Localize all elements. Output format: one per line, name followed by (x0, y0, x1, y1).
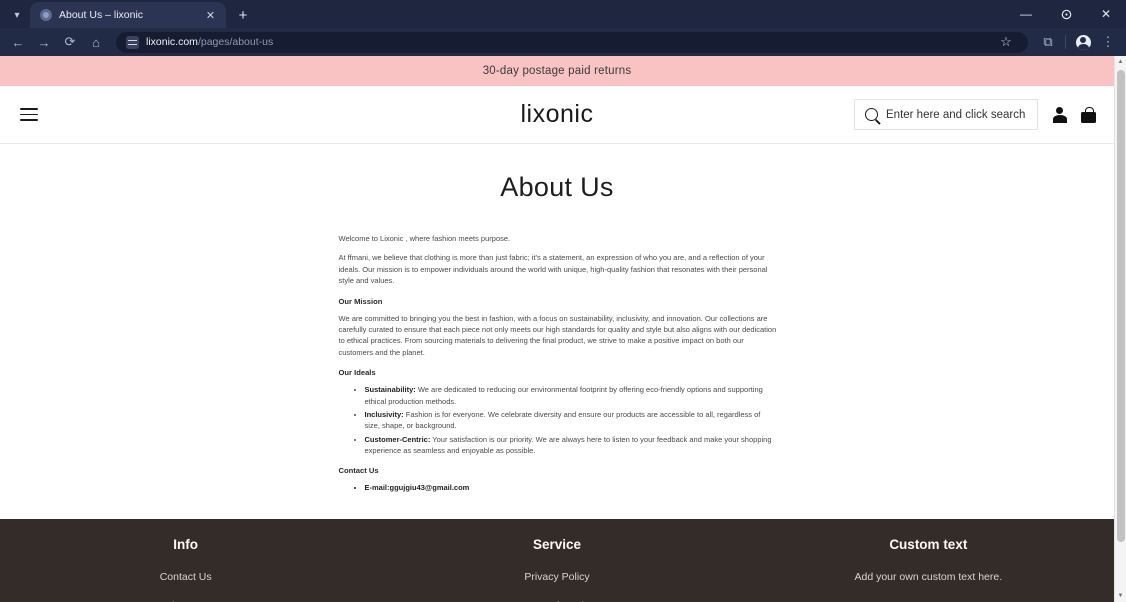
browser-toolbar: ← → ⟳ ⌂ lixonic.com/pages/about-us ☆ ⧉ ⋮ (0, 28, 1126, 56)
tab-strip: ▾ About Us – lixonic ✕ + — ✕ (0, 0, 1126, 28)
page-title: About Us (500, 172, 614, 202)
tab-title: About Us – lixonic (59, 9, 144, 21)
tab-search-chevron-icon[interactable]: ▾ (4, 2, 30, 28)
page-scrollbar[interactable]: ▲ ▼ (1114, 56, 1126, 602)
list-item: Inclusivity: Fashion is for everyone. We… (365, 409, 778, 432)
extensions-icon[interactable]: ⧉ (1036, 30, 1060, 54)
toolbar-right-icons: ⧉ ⋮ (1036, 30, 1120, 54)
footer-link-contact-us[interactable]: Contact Us (0, 571, 371, 583)
footer-column-info: Info Contact Us About us (0, 537, 371, 602)
url-text: lixonic.com/pages/about-us (146, 36, 273, 48)
url-path: /pages/about-us (197, 36, 274, 48)
scroll-down-icon[interactable]: ▼ (1115, 590, 1126, 602)
footer-heading: Service (532, 536, 582, 552)
scrollbar-thumb[interactable] (1117, 70, 1125, 542)
promo-banner: 30-day postage paid returns (0, 56, 1114, 86)
footer-column-service: Service Privacy Policy Terms of service (371, 537, 742, 602)
window-maximize-button[interactable] (1046, 0, 1086, 28)
address-bar[interactable]: lixonic.com/pages/about-us ☆ (116, 30, 1028, 54)
mission-heading: Our Mission (338, 296, 383, 306)
browser-tab[interactable]: About Us – lixonic ✕ (30, 2, 226, 28)
url-domain: lixonic.com (146, 36, 198, 48)
home-icon[interactable]: ⌂ (84, 30, 108, 54)
forward-icon[interactable]: → (32, 30, 56, 54)
ideal-text: We are dedicated to reducing our environ… (364, 385, 763, 406)
toolbar-divider (1065, 35, 1066, 49)
ideal-term: Inclusivity: (364, 409, 404, 419)
footer-heading: Info (173, 536, 199, 552)
contact-list: E-mail:ggujgiu43@gmail.com (339, 482, 778, 493)
hamburger-menu-icon[interactable] (18, 104, 40, 125)
list-item: Sustainability: We are dedicated to redu… (365, 384, 778, 407)
tab-close-icon[interactable]: ✕ (203, 8, 218, 23)
search-input[interactable]: Enter here and click search (854, 99, 1038, 130)
new-tab-button[interactable]: + (230, 2, 256, 28)
about-article: Welcome to Lixonic , where fashion meets… (337, 233, 778, 494)
site-footer: Info Contact Us About us Service Privacy… (0, 518, 1114, 602)
contact-heading: Contact Us (338, 466, 379, 476)
site-header: lixonic Enter here and click search (0, 86, 1114, 144)
profile-avatar-icon[interactable] (1071, 30, 1095, 54)
window-minimize-button[interactable]: — (1006, 0, 1046, 28)
site-settings-icon[interactable] (126, 35, 139, 49)
web-page: 30-day postage paid returns lixonic Ente… (0, 56, 1114, 602)
list-item: E-mail:ggujgiu43@gmail.com (365, 482, 778, 493)
paragraph-1: At ffmani, we believe that clothing is m… (338, 253, 768, 286)
ideal-term: Sustainability: (364, 385, 416, 395)
scroll-up-icon[interactable]: ▲ (1115, 56, 1126, 68)
footer-heading: Custom text (889, 536, 968, 552)
reload-icon[interactable]: ⟳ (58, 30, 82, 54)
account-icon[interactable] (1052, 106, 1067, 123)
shopping-bag-icon[interactable] (1081, 107, 1096, 123)
ideals-list: Sustainability: We are dedicated to redu… (339, 384, 778, 456)
promo-text: 30-day postage paid returns (482, 65, 632, 77)
search-icon (865, 108, 878, 121)
mission-body: We are committed to bringing you the bes… (338, 313, 777, 357)
ideal-term: Customer-Centric: (364, 434, 431, 444)
search-placeholder: Enter here and click search (886, 108, 1026, 121)
page-viewport: 30-day postage paid returns lixonic Ente… (0, 56, 1126, 602)
browser-menu-icon[interactable]: ⋮ (1096, 30, 1120, 54)
footer-link-privacy-policy[interactable]: Privacy Policy (371, 571, 742, 583)
footer-column-custom-text: Custom text Add your own custom text her… (743, 537, 1114, 602)
ideal-text: Fashion is for everyone. We celebrate di… (364, 409, 761, 431)
browser-window: ▾ About Us – lixonic ✕ + — ✕ ← → ⟳ ⌂ lix… (0, 0, 1126, 602)
footer-custom-text: Add your own custom text here. (854, 570, 1003, 583)
header-actions: Enter here and click search (854, 99, 1096, 130)
ideals-heading: Our Ideals (338, 368, 376, 378)
favicon-icon (40, 9, 52, 21)
list-item: Customer-Centric: Your satisfaction is o… (365, 434, 778, 457)
page-content: About Us Welcome to Lixonic , where fash… (0, 144, 1114, 494)
bookmark-star-icon[interactable]: ☆ (994, 30, 1018, 54)
back-icon[interactable]: ← (6, 30, 30, 54)
intro-text: Welcome to Lixonic , where fashion meets… (338, 234, 511, 243)
window-close-button[interactable]: ✕ (1086, 0, 1126, 28)
window-controls: — ✕ (1006, 0, 1126, 28)
